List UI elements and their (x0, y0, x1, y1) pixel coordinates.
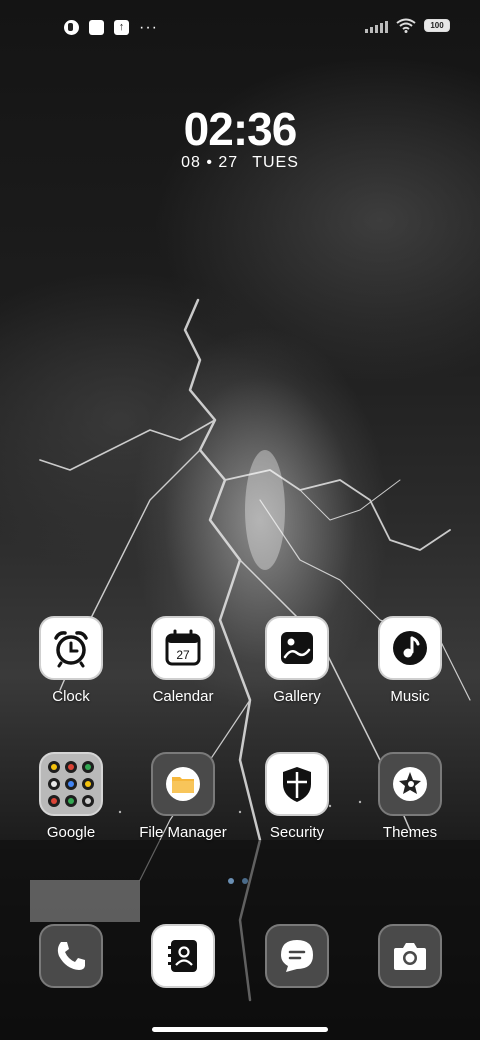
phone-app-tile[interactable] (39, 924, 103, 988)
gallery-app-tile[interactable] (265, 616, 329, 680)
app-file-manager[interactable]: File Manager (128, 752, 238, 841)
camera-app-tile[interactable] (378, 924, 442, 988)
messages-app-tile[interactable] (265, 924, 329, 988)
theme-star-icon (393, 767, 427, 801)
music-note-icon (393, 631, 427, 665)
notification-app-icon (64, 20, 79, 35)
app-security[interactable]: Security (242, 752, 352, 841)
weekday-text: TUES (252, 154, 299, 171)
messages-icon (281, 940, 313, 972)
folder-app-dot (48, 761, 60, 773)
app-clock[interactable]: Clock (16, 616, 126, 705)
app-label: File Manager (139, 824, 227, 841)
date-display: 08 • 27 TUES (150, 154, 330, 172)
clock-widget[interactable]: 02:36 08 • 27 TUES (150, 104, 330, 172)
camera-icon (394, 943, 426, 970)
app-music[interactable]: Music (355, 616, 465, 705)
calendar-icon: 27 (165, 629, 201, 666)
battery-indicator: 100 (424, 19, 450, 32)
folder-app-dot (65, 778, 77, 790)
app-label: Music (390, 688, 430, 705)
dock-camera[interactable] (355, 924, 465, 988)
image-icon (281, 632, 313, 664)
upload-icon: ↑ (114, 20, 129, 35)
folder-app-dot (65, 795, 77, 807)
wifi-icon (396, 18, 416, 33)
app-label: Security (269, 824, 325, 841)
home-gesture-bar[interactable] (152, 1027, 328, 1032)
file-folder-icon (166, 767, 200, 801)
clock-app-tile[interactable] (39, 616, 103, 680)
app-label: Google (46, 824, 96, 841)
phone-icon (57, 942, 85, 970)
google-folder-tile[interactable] (39, 752, 103, 816)
folder-app-dot (82, 795, 94, 807)
shield-icon (283, 767, 311, 802)
dock-phone[interactable] (16, 924, 126, 988)
file-manager-app-tile[interactable] (151, 752, 215, 816)
calendar-date-badge: 27 (176, 648, 190, 662)
app-themes[interactable]: Themes (355, 752, 465, 841)
status-bar: ↑ ··· 100 (0, 0, 480, 56)
app-label: Clock (52, 688, 90, 705)
more-notifications-icon: ··· (139, 19, 158, 36)
folder-icon (48, 761, 94, 807)
page-dot[interactable] (242, 878, 248, 884)
contacts-app-tile[interactable] (151, 924, 215, 988)
signal-icon (365, 19, 388, 33)
page-dot-active[interactable] (228, 878, 234, 884)
notification-square-icon (89, 20, 104, 35)
folder-app-dot (82, 778, 94, 790)
app-label: Themes (382, 824, 438, 841)
music-app-tile[interactable] (378, 616, 442, 680)
security-app-tile[interactable] (265, 752, 329, 816)
alarm-clock-icon (54, 631, 88, 668)
app-label: Gallery (273, 688, 321, 705)
date-text: 08 • 27 (181, 154, 239, 171)
page-indicator[interactable] (228, 878, 248, 884)
app-gallery[interactable]: Gallery (242, 616, 352, 705)
dock-messages[interactable] (242, 924, 352, 988)
folder-app-dot (82, 761, 94, 773)
status-bar-left: ↑ ··· (64, 19, 158, 36)
themes-app-tile[interactable] (378, 752, 442, 816)
calendar-app-tile[interactable]: 27 (151, 616, 215, 680)
app-google-folder[interactable]: Google (16, 752, 126, 841)
app-label: Calendar (152, 688, 214, 705)
folder-app-dot (65, 761, 77, 773)
status-bar-right: 100 (365, 18, 450, 33)
contacts-icon (168, 940, 197, 972)
folder-app-dot (48, 795, 60, 807)
folder-app-dot (48, 778, 60, 790)
app-calendar[interactable]: 27 Calendar (128, 616, 238, 705)
dock-contacts[interactable] (128, 924, 238, 988)
time-display: 02:36 (183, 103, 298, 155)
